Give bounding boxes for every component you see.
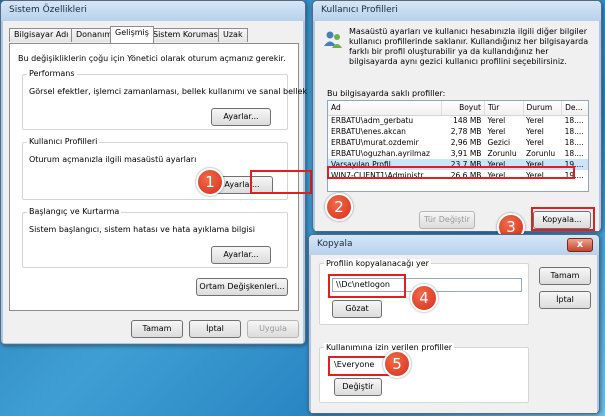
user-profiles-group: Kullanıcı Profilleri Oturum açmanızla il…: [22, 137, 288, 200]
close-icon[interactable]: x: [567, 238, 593, 252]
user-profiles-window-title: Kullanıcı Profilleri: [313, 1, 601, 21]
highlight-settings-button: [250, 170, 312, 194]
ok-button[interactable]: Tamam: [131, 320, 183, 338]
performance-title: Performans: [27, 69, 77, 78]
step-badge-2: 2: [325, 193, 353, 221]
table-cell: Zorunlu: [526, 149, 556, 158]
table-row[interactable]: ERBATU\murat.ozdemir 2,96 MB Gezici Yerel 18…: [328, 137, 588, 148]
step-badge-1: 1: [196, 168, 224, 196]
column-type[interactable]: Tür: [484, 101, 524, 116]
table-cell: 148 MB: [453, 116, 482, 126]
user-profiles-desc: Oturum açmanızla ilgili masaüstü ayarlar…: [29, 155, 197, 164]
tab-system-protection[interactable]: Sistem Koruması: [148, 28, 226, 42]
highlight-default-profile-row: [327, 166, 575, 179]
table-cell: ERBATU\murat.ozdemir: [331, 138, 419, 147]
table-cell: Yerel: [487, 127, 506, 136]
highlight-copy-button: [531, 207, 595, 231]
tab-computer-name[interactable]: Bilgisayar Adı: [9, 28, 74, 42]
copy-dialog-title: Kopyala: [309, 235, 599, 255]
environment-variables-button[interactable]: Ortam Değişkenleri...: [196, 278, 288, 296]
tab-advanced[interactable]: Gelişmiş: [110, 26, 154, 43]
column-size[interactable]: Boyut: [441, 101, 485, 116]
profiles-table-header: Ad Boyut Tür Durum De...: [328, 101, 588, 116]
change-type-button[interactable]: Tür Değiştir: [419, 211, 475, 229]
stored-profiles-label: Bu bilgisayarda saklı profiller:: [327, 89, 446, 98]
user-profiles-description: Masaüstü ayarları ve kullanıcı hesabınız…: [349, 27, 589, 66]
table-cell: ERBATU\oguzhan.ayrilmaz: [331, 149, 430, 158]
table-cell: Zorunlu: [487, 149, 517, 158]
window-title: Sistem Özellikleri: [1, 1, 305, 21]
table-row[interactable]: ERBATU\enes.akcan 2,78 MB Yerel Yerel 18....: [328, 126, 588, 137]
table-cell: Yerel: [526, 116, 544, 126]
apply-button[interactable]: Uygula: [247, 320, 299, 338]
destination-label: Profilin kopyalanacağı yer: [324, 259, 431, 268]
performance-desc: Görsel efektler, işlemci zamanlaması, be…: [29, 87, 308, 96]
highlight-destination-input: [328, 274, 406, 298]
user-profiles-window: Kullanıcı Profilleri Masaüstü ayarları v…: [312, 0, 602, 232]
user-profiles-title: Kullanıcı Profilleri: [27, 137, 100, 146]
table-cell: Yerel: [487, 116, 506, 126]
table-cell: Gezici: [487, 138, 511, 147]
startup-recovery-group: Başlangıç ve Kurtarma Sistem başlangıcı,…: [22, 207, 288, 268]
copy-ok-button[interactable]: Tamam: [539, 267, 591, 285]
startup-settings-button[interactable]: Ayarlar...: [211, 246, 271, 264]
performance-settings-button[interactable]: Ayarlar...: [211, 108, 271, 126]
table-cell: 18....: [564, 149, 584, 158]
user-profiles-icon: [323, 29, 343, 49]
step-badge-4: 4: [410, 284, 438, 312]
table-cell: 18....: [564, 127, 584, 136]
table-cell: 2,96 MB: [450, 138, 482, 147]
table-cell: 3,91 MB: [450, 149, 482, 158]
step-badge-5: 5: [383, 350, 411, 378]
cancel-button[interactable]: İptal: [189, 320, 241, 338]
admin-note: Bu değişikliklerin çoğu için Yönetici ol…: [18, 54, 286, 63]
table-row[interactable]: ERBATU\oguzhan.ayrilmaz 3,91 MB Zorunlu Zor…: [328, 148, 588, 159]
column-status[interactable]: Durum: [523, 101, 563, 116]
table-cell: ERBATU\enes.akcan: [331, 127, 406, 136]
table-cell: 18....: [564, 138, 584, 147]
change-button[interactable]: Değiştir: [334, 378, 382, 396]
browse-button[interactable]: Gözat: [332, 300, 382, 318]
table-cell: Yerel: [526, 138, 544, 147]
table-cell: ERBATU\adm_gerbatu: [331, 116, 414, 126]
table-cell: Yerel: [526, 127, 544, 136]
tab-remote[interactable]: Uzak: [218, 28, 248, 42]
table-cell: 18....: [564, 116, 584, 126]
permitted-label: Kullanımına izin verilen profiller: [324, 343, 455, 352]
startup-recovery-desc: Sistem başlangıcı, sistem hatası ve hata…: [29, 225, 255, 234]
copy-cancel-button[interactable]: İptal: [539, 291, 591, 309]
column-modified[interactable]: De...: [561, 101, 588, 116]
startup-recovery-title: Başlangıç ve Kurtarma: [27, 207, 122, 216]
copy-dialog: Kopyala x Profilin kopyalanacağı yer \\D…: [308, 234, 600, 414]
performance-group: Performans Görsel efektler, işlemci zama…: [22, 69, 307, 130]
table-row[interactable]: ERBATU\adm_gerbatu 148 MB Yerel Yerel 18....: [328, 115, 588, 126]
column-name[interactable]: Ad: [328, 101, 443, 116]
table-cell: 2,78 MB: [450, 127, 482, 136]
